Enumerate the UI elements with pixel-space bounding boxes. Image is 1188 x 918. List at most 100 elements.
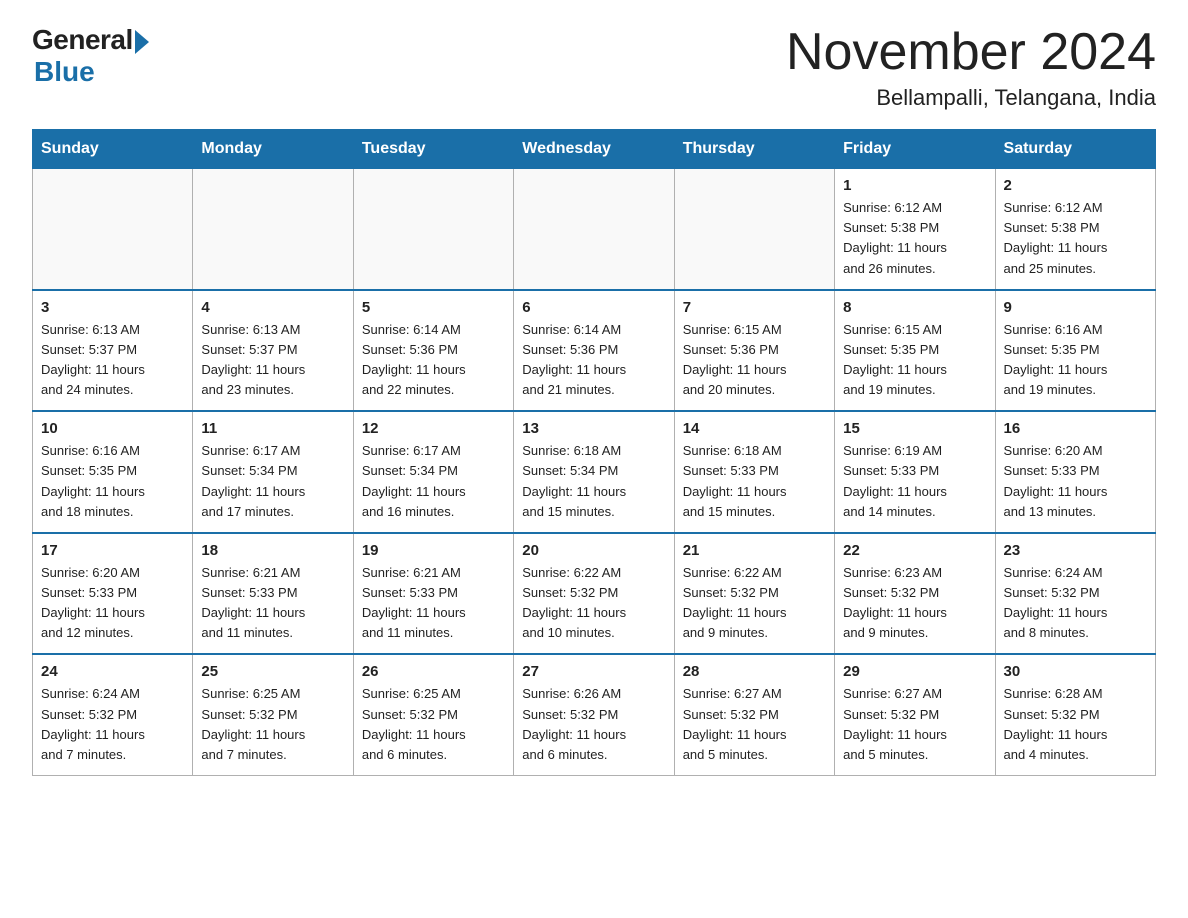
day-number: 25 [201, 663, 344, 680]
calendar-cell: 3 Sunrise: 6:13 AMSunset: 5:37 PMDaylight… [33, 290, 193, 412]
calendar-cell: 5 Sunrise: 6:14 AMSunset: 5:36 PMDaylight… [353, 290, 513, 412]
day-info: Sunrise: 6:13 AMSunset: 5:37 PMDaylight:… [201, 320, 344, 401]
day-info: Sunrise: 6:14 AMSunset: 5:36 PMDaylight:… [522, 320, 665, 401]
day-number: 5 [362, 299, 505, 316]
day-info: Sunrise: 6:12 AMSunset: 5:38 PMDaylight:… [843, 198, 986, 279]
day-number: 19 [362, 542, 505, 559]
calendar-week-row: 1 Sunrise: 6:12 AMSunset: 5:38 PMDaylight… [33, 169, 1156, 290]
day-number: 30 [1004, 663, 1147, 680]
day-number: 3 [41, 299, 184, 316]
day-number: 11 [201, 420, 344, 437]
day-number: 27 [522, 663, 665, 680]
day-info: Sunrise: 6:24 AMSunset: 5:32 PMDaylight:… [41, 684, 184, 765]
day-info: Sunrise: 6:16 AMSunset: 5:35 PMDaylight:… [41, 441, 184, 522]
header-monday: Monday [193, 130, 353, 169]
day-info: Sunrise: 6:17 AMSunset: 5:34 PMDaylight:… [201, 441, 344, 522]
calendar-cell: 7Sunrise: 6:15 AMSunset: 5:36 PMDaylight… [674, 290, 834, 412]
calendar-cell [193, 169, 353, 290]
day-number: 24 [41, 663, 184, 680]
logo-blue-text: Blue [34, 56, 95, 88]
day-number: 15 [843, 420, 986, 437]
day-info: Sunrise: 6:22 AMSunset: 5:32 PMDaylight:… [522, 563, 665, 644]
day-info: Sunrise: 6:27 AMSunset: 5:32 PMDaylight:… [843, 684, 986, 765]
day-number: 9 [1004, 299, 1147, 316]
day-number: 4 [201, 299, 344, 316]
calendar-cell: 27Sunrise: 6:26 AMSunset: 5:32 PMDayligh… [514, 654, 674, 775]
calendar-cell: 10Sunrise: 6:16 AMSunset: 5:35 PMDayligh… [33, 411, 193, 533]
day-number: 20 [522, 542, 665, 559]
header-wednesday: Wednesday [514, 130, 674, 169]
header-thursday: Thursday [674, 130, 834, 169]
location-title: Bellampalli, Telangana, India [786, 85, 1156, 111]
day-number: 13 [522, 420, 665, 437]
day-number: 26 [362, 663, 505, 680]
day-number: 22 [843, 542, 986, 559]
calendar-cell: 18 Sunrise: 6:21 AMSunset: 5:33 PMDayligh… [193, 533, 353, 655]
calendar-cell [514, 169, 674, 290]
day-info: Sunrise: 6:15 AMSunset: 5:36 PMDaylight:… [683, 320, 826, 401]
calendar-cell: 11 Sunrise: 6:17 AMSunset: 5:34 PMDayligh… [193, 411, 353, 533]
day-number: 1 [843, 177, 986, 194]
header-tuesday: Tuesday [353, 130, 513, 169]
title-block: November 2024 Bellampalli, Telangana, In… [786, 24, 1156, 111]
logo-arrow-icon [135, 30, 149, 54]
day-info: Sunrise: 6:20 AMSunset: 5:33 PMDaylight:… [41, 563, 184, 644]
day-info: Sunrise: 6:18 AMSunset: 5:33 PMDaylight:… [683, 441, 826, 522]
calendar-cell: 26Sunrise: 6:25 AMSunset: 5:32 PMDayligh… [353, 654, 513, 775]
calendar-cell: 24 Sunrise: 6:24 AMSunset: 5:32 PMDayligh… [33, 654, 193, 775]
day-number: 29 [843, 663, 986, 680]
day-info: Sunrise: 6:14 AMSunset: 5:36 PMDaylight:… [362, 320, 505, 401]
calendar-week-row: 10Sunrise: 6:16 AMSunset: 5:35 PMDayligh… [33, 411, 1156, 533]
day-number: 2 [1004, 177, 1147, 194]
calendar-week-row: 17 Sunrise: 6:20 AMSunset: 5:33 PMDayligh… [33, 533, 1156, 655]
month-title: November 2024 [786, 24, 1156, 81]
day-info: Sunrise: 6:28 AMSunset: 5:32 PMDaylight:… [1004, 684, 1147, 765]
day-number: 8 [843, 299, 986, 316]
day-info: Sunrise: 6:21 AMSunset: 5:33 PMDaylight:… [362, 563, 505, 644]
day-info: Sunrise: 6:17 AMSunset: 5:34 PMDaylight:… [362, 441, 505, 522]
calendar-cell: 25Sunrise: 6:25 AMSunset: 5:32 PMDayligh… [193, 654, 353, 775]
calendar-cell: 17 Sunrise: 6:20 AMSunset: 5:33 PMDayligh… [33, 533, 193, 655]
day-info: Sunrise: 6:18 AMSunset: 5:34 PMDaylight:… [522, 441, 665, 522]
calendar-cell: 30 Sunrise: 6:28 AMSunset: 5:32 PMDayligh… [995, 654, 1155, 775]
day-number: 12 [362, 420, 505, 437]
calendar-cell: 28 Sunrise: 6:27 AMSunset: 5:32 PMDayligh… [674, 654, 834, 775]
day-number: 28 [683, 663, 826, 680]
day-info: Sunrise: 6:23 AMSunset: 5:32 PMDaylight:… [843, 563, 986, 644]
header-friday: Friday [835, 130, 995, 169]
day-number: 23 [1004, 542, 1147, 559]
calendar-cell: 15 Sunrise: 6:19 AMSunset: 5:33 PMDayligh… [835, 411, 995, 533]
calendar-cell: 20 Sunrise: 6:22 AMSunset: 5:32 PMDayligh… [514, 533, 674, 655]
day-number: 6 [522, 299, 665, 316]
day-info: Sunrise: 6:12 AMSunset: 5:38 PMDaylight:… [1004, 198, 1147, 279]
logo: General Blue [32, 24, 149, 88]
day-info: Sunrise: 6:21 AMSunset: 5:33 PMDaylight:… [201, 563, 344, 644]
calendar-header-row: SundayMondayTuesdayWednesdayThursdayFrid… [33, 130, 1156, 169]
day-number: 21 [683, 542, 826, 559]
calendar-cell: 6 Sunrise: 6:14 AMSunset: 5:36 PMDaylight… [514, 290, 674, 412]
day-info: Sunrise: 6:27 AMSunset: 5:32 PMDaylight:… [683, 684, 826, 765]
calendar-cell: 21 Sunrise: 6:22 AMSunset: 5:32 PMDayligh… [674, 533, 834, 655]
logo-general-text: General [32, 24, 133, 56]
calendar-cell: 29 Sunrise: 6:27 AMSunset: 5:32 PMDayligh… [835, 654, 995, 775]
calendar-cell: 14Sunrise: 6:18 AMSunset: 5:33 PMDayligh… [674, 411, 834, 533]
calendar-cell: 13 Sunrise: 6:18 AMSunset: 5:34 PMDayligh… [514, 411, 674, 533]
calendar-cell: 22 Sunrise: 6:23 AMSunset: 5:32 PMDayligh… [835, 533, 995, 655]
calendar-week-row: 3 Sunrise: 6:13 AMSunset: 5:37 PMDaylight… [33, 290, 1156, 412]
day-info: Sunrise: 6:22 AMSunset: 5:32 PMDaylight:… [683, 563, 826, 644]
calendar-cell: 2 Sunrise: 6:12 AMSunset: 5:38 PMDaylight… [995, 169, 1155, 290]
header-sunday: Sunday [33, 130, 193, 169]
day-info: Sunrise: 6:24 AMSunset: 5:32 PMDaylight:… [1004, 563, 1147, 644]
day-info: Sunrise: 6:13 AMSunset: 5:37 PMDaylight:… [41, 320, 184, 401]
day-number: 18 [201, 542, 344, 559]
day-info: Sunrise: 6:20 AMSunset: 5:33 PMDaylight:… [1004, 441, 1147, 522]
calendar-cell: 1 Sunrise: 6:12 AMSunset: 5:38 PMDaylight… [835, 169, 995, 290]
day-info: Sunrise: 6:19 AMSunset: 5:33 PMDaylight:… [843, 441, 986, 522]
day-number: 17 [41, 542, 184, 559]
day-info: Sunrise: 6:16 AMSunset: 5:35 PMDaylight:… [1004, 320, 1147, 401]
calendar-cell: 4 Sunrise: 6:13 AMSunset: 5:37 PMDaylight… [193, 290, 353, 412]
calendar-cell [674, 169, 834, 290]
calendar-table: SundayMondayTuesdayWednesdayThursdayFrid… [32, 129, 1156, 776]
calendar-cell [353, 169, 513, 290]
header-saturday: Saturday [995, 130, 1155, 169]
